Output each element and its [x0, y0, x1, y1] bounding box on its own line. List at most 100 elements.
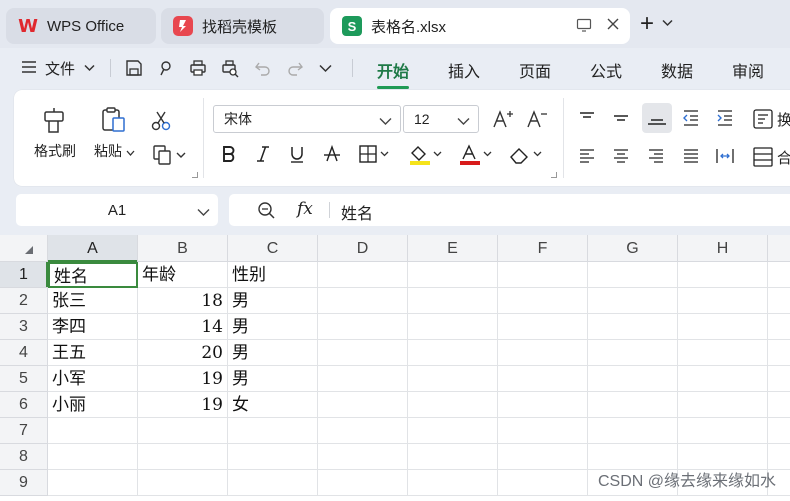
align-center-icon[interactable]	[611, 146, 631, 166]
cell-i6[interactable]	[768, 392, 790, 418]
justify-icon[interactable]	[681, 146, 701, 166]
align-bottom-icon[interactable]	[642, 103, 672, 133]
chevron-down-icon[interactable]	[319, 61, 339, 81]
cell-c7[interactable]	[228, 418, 318, 444]
cell-i5[interactable]	[768, 366, 790, 392]
chevron-down-icon[interactable]	[197, 204, 210, 221]
cell-f2[interactable]	[498, 288, 588, 314]
font-color-icon[interactable]	[458, 144, 494, 165]
print-icon[interactable]	[188, 58, 208, 78]
cell-d5[interactable]	[318, 366, 408, 392]
underline-icon[interactable]	[288, 144, 308, 164]
format-painter-button[interactable]: 格式刷	[34, 106, 76, 161]
cell-c4[interactable]: 男	[228, 340, 318, 366]
cell-a5[interactable]: 小军	[48, 366, 138, 392]
cell-e9[interactable]	[408, 470, 498, 496]
cell-i3[interactable]	[768, 314, 790, 340]
cell-b2[interactable]: 18	[138, 288, 228, 314]
cell-h7[interactable]	[678, 418, 768, 444]
font-name-select[interactable]: 宋体	[213, 105, 401, 133]
row-header-2[interactable]: 2	[0, 288, 48, 314]
distribute-icon[interactable]	[715, 146, 735, 166]
clipboard-group-launcher[interactable]	[192, 172, 198, 178]
insert-function-icon[interactable]: fx	[297, 199, 313, 219]
tab-formula[interactable]: 公式	[590, 58, 622, 82]
cell-h6[interactable]	[678, 392, 768, 418]
cell-h3[interactable]	[678, 314, 768, 340]
print-preview-icon[interactable]	[220, 58, 240, 78]
name-box[interactable]: A1	[16, 194, 218, 226]
paste-button[interactable]: 粘贴	[94, 106, 135, 161]
close-icon[interactable]	[606, 17, 620, 37]
cell-d3[interactable]	[318, 314, 408, 340]
row-header-7[interactable]: 7	[0, 418, 48, 444]
cell-a7[interactable]	[48, 418, 138, 444]
eraser-icon[interactable]	[508, 144, 544, 164]
cell-a6[interactable]: 小丽	[48, 392, 138, 418]
cell-b6[interactable]: 19	[138, 392, 228, 418]
column-header-partial[interactable]	[768, 235, 790, 262]
cell-a8[interactable]	[48, 444, 138, 470]
spreadsheet-grid[interactable]: A B C D E F G H 1 姓名 年龄 性别 2 张三 18 男 3 李四 14 男 4 王五 20 男 5 小军 19 男 6…	[0, 235, 790, 501]
column-header-e[interactable]: E	[408, 235, 498, 262]
cell-f8[interactable]	[498, 444, 588, 470]
column-header-h[interactable]: H	[678, 235, 768, 262]
chevron-down-icon[interactable]	[662, 18, 673, 30]
cell-f1[interactable]	[498, 262, 588, 288]
cell-f4[interactable]	[498, 340, 588, 366]
cell-c2[interactable]: 男	[228, 288, 318, 314]
cell-e4[interactable]	[408, 340, 498, 366]
cell-f5[interactable]	[498, 366, 588, 392]
column-header-b[interactable]: B	[138, 235, 228, 262]
redo-icon[interactable]	[285, 58, 305, 78]
cell-d4[interactable]	[318, 340, 408, 366]
cell-d1[interactable]	[318, 262, 408, 288]
cell-b9[interactable]	[138, 470, 228, 496]
fill-color-icon[interactable]	[408, 144, 444, 165]
save-icon[interactable]	[124, 58, 144, 78]
align-top-icon[interactable]	[577, 108, 597, 128]
zoom-search-icon[interactable]	[257, 201, 277, 224]
cell-g6[interactable]	[588, 392, 678, 418]
column-header-a[interactable]: A	[48, 235, 138, 262]
cell-e8[interactable]	[408, 444, 498, 470]
cell-g5[interactable]	[588, 366, 678, 392]
row-header-4[interactable]: 4	[0, 340, 48, 366]
hamburger-menu-icon[interactable]	[20, 58, 40, 78]
cut-icon[interactable]	[150, 110, 171, 131]
font-group-launcher[interactable]	[551, 172, 557, 178]
cell-e1[interactable]	[408, 262, 498, 288]
new-tab-button[interactable]: +	[640, 12, 673, 36]
column-header-f[interactable]: F	[498, 235, 588, 262]
cell-e5[interactable]	[408, 366, 498, 392]
row-header-6[interactable]: 6	[0, 392, 48, 418]
cell-e6[interactable]	[408, 392, 498, 418]
cell-d6[interactable]	[318, 392, 408, 418]
cell-h2[interactable]	[678, 288, 768, 314]
cell-d7[interactable]	[318, 418, 408, 444]
cell-g4[interactable]	[588, 340, 678, 366]
border-icon[interactable]	[358, 144, 392, 164]
italic-icon[interactable]	[254, 144, 274, 164]
wrap-text-button[interactable]: 换	[752, 108, 790, 129]
cell-a9[interactable]	[48, 470, 138, 496]
merge-cells-button[interactable]: 合	[752, 146, 790, 167]
tab-data[interactable]: 数据	[661, 58, 693, 82]
cell-c6[interactable]: 女	[228, 392, 318, 418]
cell-a2[interactable]: 张三	[48, 288, 138, 314]
cell-b1[interactable]: 年龄	[138, 262, 228, 288]
strikethrough-icon[interactable]	[322, 144, 342, 164]
cell-i7[interactable]	[768, 418, 790, 444]
cell-e7[interactable]	[408, 418, 498, 444]
cell-d2[interactable]	[318, 288, 408, 314]
row-header-5[interactable]: 5	[0, 366, 48, 392]
cell-i4[interactable]	[768, 340, 790, 366]
cell-c8[interactable]	[228, 444, 318, 470]
bold-icon[interactable]	[220, 144, 240, 164]
cell-i2[interactable]	[768, 288, 790, 314]
cell-f3[interactable]	[498, 314, 588, 340]
align-middle-icon[interactable]	[611, 108, 631, 128]
share-icon[interactable]	[156, 58, 176, 78]
monitor-icon[interactable]	[576, 17, 592, 37]
cell-h4[interactable]	[678, 340, 768, 366]
